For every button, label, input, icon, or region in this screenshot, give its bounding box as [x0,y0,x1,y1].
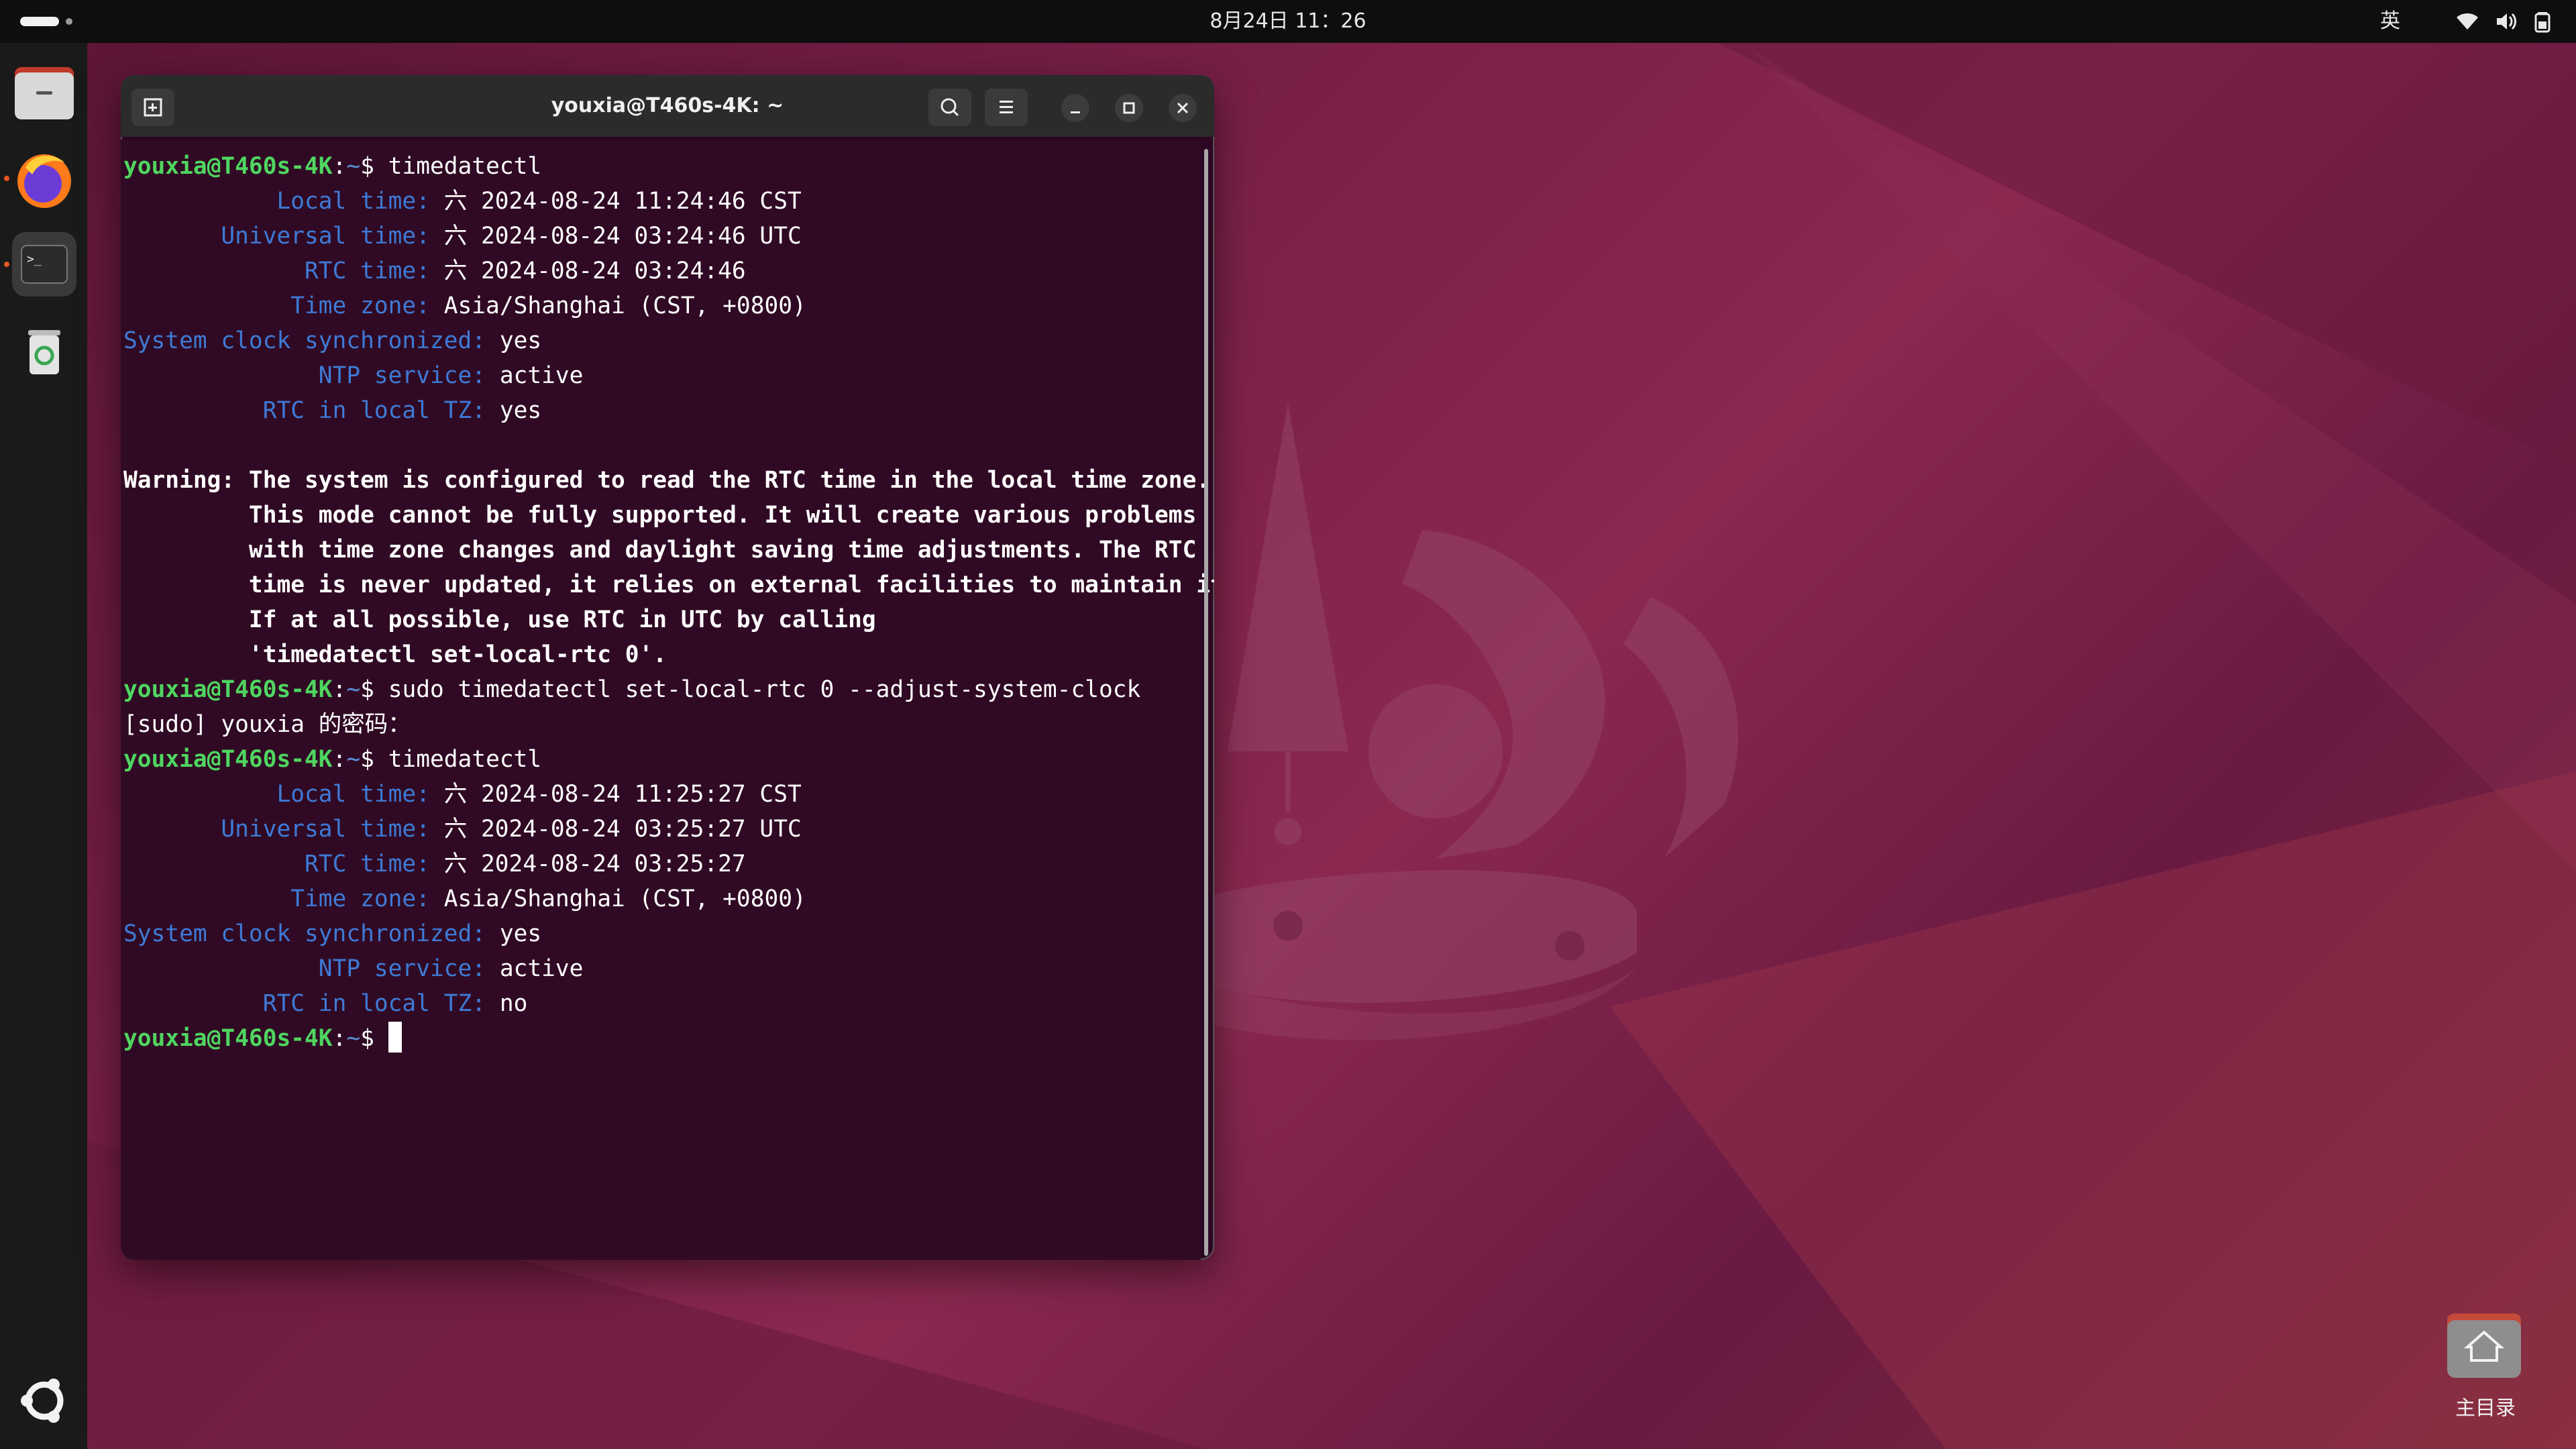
output-line: Time zone: Asia/Shanghai (CST, +0800) [290,885,806,912]
output-line: Universal time: 六 2024-08-24 03:24:46 UT… [221,223,802,250]
top-bar: 8月24日 11：26 英 [0,0,2576,43]
output-line: Local time: 六 2024-08-24 11:25:27 CST [276,781,802,808]
terminal-output[interactable]: youxia@T460s-4K:~$ timedatectl Local tim… [121,140,1214,1260]
firefox-running-indicator [4,176,9,181]
svg-text:>_: >_ [27,252,42,266]
hamburger-menu-icon [1000,101,1013,113]
output-line: NTP service: active [318,955,584,982]
show-apps-button[interactable] [12,1368,76,1433]
output-line: System clock synchronized: yes [123,920,542,947]
output-line: Time zone: Asia/Shanghai (CST, +0800) [290,292,806,319]
warning-line: This mode cannot be fully supported. It … [123,502,1197,529]
warning-line: time is never updated, it relies on exte… [123,572,1214,598]
terminal-scrollbar[interactable] [1204,149,1208,1256]
workspace-indicator[interactable] [66,18,72,25]
text-cursor [388,1022,402,1053]
output-line: Local time: 六 2024-08-24 11:24:46 CST [276,188,802,215]
prompt-user-host: youxia@T460s-4K [123,153,333,180]
output-line: Universal time: 六 2024-08-24 03:25:27 UT… [221,816,802,843]
terminal-icon: >_ [21,245,68,284]
output-line: NTP service: active [318,362,584,389]
output-line: RTC time: 六 2024-08-24 03:24:46 [305,258,746,284]
files-icon [15,67,74,119]
battery-icon[interactable] [2530,9,2555,34]
firefox-app[interactable] [12,148,76,212]
command-text: sudo timedatectl set-local-rtc 0 --adjus… [388,676,1141,703]
firefox-icon [17,154,71,208]
menu-button[interactable] [985,89,1028,126]
command-text: timedatectl [388,153,542,180]
command-line: youxia@T460s-4K:~$ sudo timedatectl set-… [123,676,1141,703]
clock[interactable]: 8月24日 11：26 [1154,0,1422,43]
trash-app[interactable] [12,319,76,384]
window-title: youxia@T460s-4K: ~ [551,94,784,117]
terminal-running-indicator [4,262,9,267]
warning-line: with time zone changes and daylight savi… [123,537,1197,564]
crown-wallpaper-logo [1194,402,1739,1040]
terminal-app[interactable]: >_ [12,232,76,297]
search-icon [941,98,959,117]
maximize-button[interactable] [1115,94,1143,122]
home-folder-icon[interactable] [2446,1313,2522,1378]
search-button[interactable] [928,89,971,126]
output-line: RTC time: 六 2024-08-24 03:25:27 [305,851,746,877]
minimize-icon [1071,111,1080,113]
command-text: timedatectl [388,746,542,773]
output-line: RTC in local TZ: yes [262,397,542,424]
minimize-button[interactable] [1061,94,1089,122]
wifi-icon[interactable] [2455,9,2479,34]
prompt-symbol: $ [360,153,374,180]
input-method-indicator[interactable]: 英 [2380,0,2400,43]
sudo-password-prompt: [sudo] youxia 的密码： [123,711,411,738]
warning-line: If at all possible, use RTC in UTC by ca… [123,606,876,633]
output-line: RTC in local TZ: no [262,990,528,1017]
activities-button[interactable] [20,17,59,26]
warning-line: 'timedatectl set-local-rtc 0'. [123,641,667,668]
volume-icon[interactable] [2494,9,2518,34]
maximize-icon [1123,102,1135,114]
terminal-window[interactable]: youxia@T460s-4K: ~ youxia@T460s-4K:~$ ti… [121,75,1214,1260]
warning-line: Warning: The system is configured to rea… [123,467,1211,494]
show-apps-icon [21,1379,64,1423]
files-app[interactable] [12,60,76,125]
close-icon [1177,102,1189,114]
close-button[interactable] [1169,94,1197,122]
output-line: System clock synchronized: yes [123,327,542,354]
command-line: youxia@T460s-4K:~$ timedatectl [123,746,542,773]
home-folder-label[interactable]: 主目录 [2415,1391,2556,1421]
command-line: youxia@T460s-4K:~$ [123,1022,402,1053]
dock: >_ [0,43,87,1449]
terminal-titlebar[interactable]: youxia@T460s-4K: ~ [121,75,1214,137]
command-line: youxia@T460s-4K:~$ timedatectl [123,153,542,180]
prompt-path: ~ [346,153,361,180]
trash-icon [28,330,60,374]
